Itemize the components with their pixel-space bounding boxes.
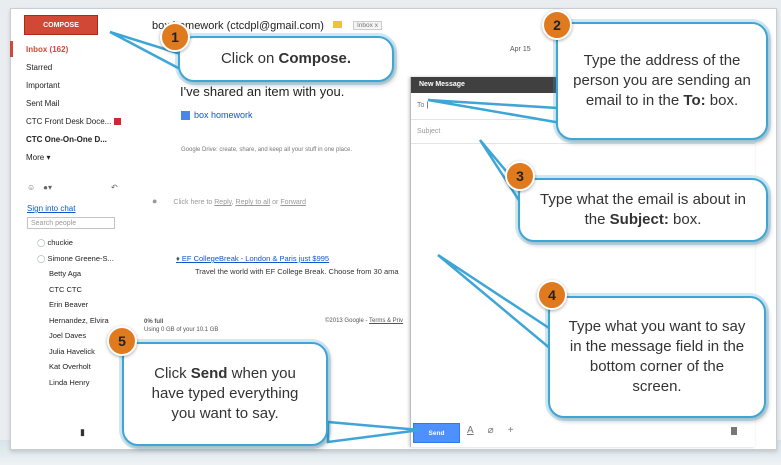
callout-3: Type what the email is about in the Subj… xyxy=(518,178,768,242)
sidebar-item-label-one-on-one[interactable]: CTC One-On-One D... xyxy=(26,131,141,149)
phone-icon[interactable]: ↶ xyxy=(111,183,118,192)
callout-1-text: Click on Compose. xyxy=(220,50,352,67)
subject-field-underline xyxy=(411,143,755,144)
inbox-active-indicator xyxy=(10,41,13,57)
storage-text: Using 0 GB of your 10.1 GB xyxy=(144,327,219,333)
star-icon[interactable] xyxy=(333,21,342,28)
label-name: CTC Front Desk Doce... xyxy=(26,117,112,126)
sidebar-item-more[interactable]: More ▾ xyxy=(26,149,141,167)
formatting-icon[interactable]: A xyxy=(467,425,474,436)
compose-button[interactable]: COMPOSE xyxy=(24,15,98,35)
reply-prefix: Click here to xyxy=(173,199,213,206)
callout-2: Type the address of the person you are s… xyxy=(556,22,768,140)
or-text: or xyxy=(272,199,279,206)
reply-prompt: ● Click here to Reply, Reply to all or F… xyxy=(152,196,306,206)
send-button[interactable]: Send xyxy=(413,423,460,443)
message-date: Apr 15 xyxy=(510,46,531,53)
step-badge-5: 5 xyxy=(107,326,137,356)
status-dot-icon: ◯ xyxy=(37,253,46,263)
message-subject: I've shared an item with you. xyxy=(180,84,345,99)
promo-ad-link[interactable]: ♦ EF CollegeBreak - London & Paris just … xyxy=(176,254,329,263)
status-dot-icon: ◯ xyxy=(37,238,46,247)
sidebar-item-important[interactable]: Important xyxy=(26,77,141,95)
contacts-list: ◯ chuckie ◯ Simone Greene-S... Betty Aga… xyxy=(37,235,114,390)
person-icon[interactable]: ☺ xyxy=(27,183,35,192)
forward-link[interactable]: Forward xyxy=(280,199,306,206)
step-badge-3: 3 xyxy=(505,161,535,191)
inbox-label-tag[interactable]: Inbox x xyxy=(353,21,382,30)
sidebar-nav: Inbox (162) Starred Important Sent Mail … xyxy=(26,41,141,167)
terms-link[interactable]: Terms & Priv xyxy=(369,318,403,324)
contact-item[interactable]: Linda Henry xyxy=(37,375,114,391)
sign-into-chat-link[interactable]: Sign into chat xyxy=(27,204,75,213)
contact-item[interactable]: Hernandez, Elvira xyxy=(37,313,114,329)
step-badge-2: 2 xyxy=(542,10,572,40)
subject-field[interactable]: Subject xyxy=(417,128,440,135)
callout-5: Click Send when you have typed everythin… xyxy=(122,342,328,446)
label-color-chip xyxy=(114,118,122,126)
storage-usage: 0% full Using 0 GB of your 10.1 GB xyxy=(144,318,218,334)
callout-4: Type what you want to say in the message… xyxy=(548,296,766,418)
insert-more-icon[interactable]: + xyxy=(508,425,514,436)
contact-name: chuckie xyxy=(47,238,73,247)
sidebar-item-sent[interactable]: Sent Mail xyxy=(26,95,141,113)
contact-item[interactable]: Erin Beaver xyxy=(37,297,114,313)
close-icon[interactable]: x xyxy=(375,22,378,29)
callout-2-text: Type the address of the person you are s… xyxy=(573,52,751,109)
attach-icon[interactable]: ⌀ xyxy=(488,425,494,436)
contact-item[interactable]: Julia Havelick xyxy=(37,344,114,360)
drive-promo-text: Google Drive: create, share, and keep al… xyxy=(181,147,352,153)
contact-item[interactable]: ◯ chuckie xyxy=(37,235,114,251)
reply-link[interactable]: Reply xyxy=(214,199,231,206)
reply-all-link[interactable]: Reply to all xyxy=(236,199,271,206)
search-people-input[interactable]: Search people xyxy=(27,217,115,229)
compose-toolbar: A ⌀ + xyxy=(467,425,514,436)
sidebar-item-label-front-desk[interactable]: CTC Front Desk Doce... xyxy=(26,113,141,131)
doc-link-label: box homework xyxy=(194,110,253,120)
contact-item[interactable]: Kat Overholt xyxy=(37,359,114,375)
shared-doc-link[interactable]: box homework xyxy=(181,110,253,121)
promo-title: EF CollegeBreak - London & Paris just $9… xyxy=(181,254,330,263)
storage-percent: 0% full xyxy=(144,319,164,325)
contact-name: Simone Greene-S... xyxy=(47,253,114,263)
sidebar-item-inbox[interactable]: Inbox (162) xyxy=(26,41,141,59)
chat-bubble-icon[interactable]: ▮ xyxy=(80,427,85,438)
copyright-footer: ©2013 Google - Terms & Priv xyxy=(325,318,403,324)
callout-5-text: Click Send when you have typed everythin… xyxy=(151,365,299,422)
to-label: To xyxy=(417,102,425,109)
contact-item[interactable]: CTC CTC xyxy=(37,282,114,298)
callout-1: Click on Compose. xyxy=(178,36,394,82)
user-icon: ● xyxy=(152,196,158,206)
discard-trash-icon[interactable] xyxy=(731,427,737,435)
tag-icon: ♦ xyxy=(176,254,180,263)
step-badge-1: 1 xyxy=(160,22,190,52)
inbox-tag-label: Inbox xyxy=(357,22,373,29)
callout-4-text: Type what you want to say in the message… xyxy=(568,318,746,395)
copyright-text: ©2013 Google - xyxy=(325,318,370,324)
callout-3-text: Type what the email is about in the Subj… xyxy=(540,191,746,228)
chat-status-dropdown-icon[interactable]: ●▾ xyxy=(43,183,52,192)
contact-item[interactable]: Betty Aga xyxy=(37,266,114,282)
to-field[interactable]: To | xyxy=(417,102,428,109)
contact-item[interactable]: Joel Daves xyxy=(37,328,114,344)
document-icon xyxy=(181,111,190,121)
step-badge-4: 4 xyxy=(537,280,567,310)
chat-status-bar: ☺ ●▾ ↶ xyxy=(27,183,118,192)
contact-item[interactable]: ◯ Simone Greene-S... xyxy=(37,251,114,267)
promo-ad-text: Travel the world with EF College Break. … xyxy=(195,267,399,276)
sidebar-item-starred[interactable]: Starred xyxy=(26,59,141,77)
